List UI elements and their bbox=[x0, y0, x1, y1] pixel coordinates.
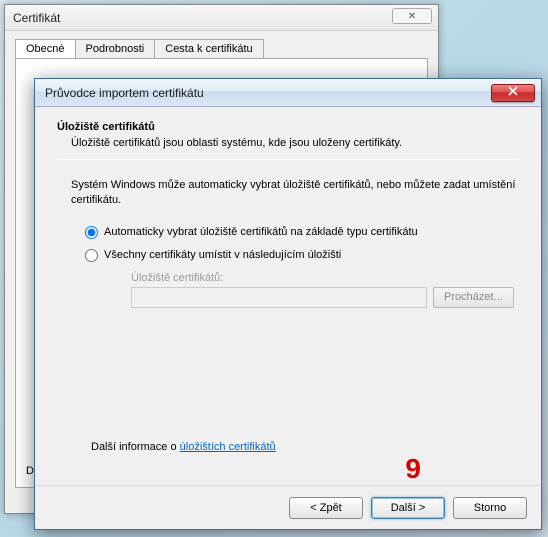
radio-auto-select[interactable]: Automaticky vybrat úložiště certifikátů … bbox=[85, 226, 519, 239]
radio-manual-input[interactable] bbox=[85, 249, 98, 262]
section-description: Úložiště certifikátů jsou oblasti systém… bbox=[71, 137, 519, 149]
store-path-input bbox=[131, 287, 427, 308]
instruction-text: Systém Windows může automaticky vybrat ú… bbox=[71, 178, 519, 208]
wizard-title: Průvodce importem certifikátu bbox=[45, 86, 491, 100]
back-button[interactable]: < Zpět bbox=[289, 497, 363, 519]
import-wizard-dialog: Průvodce importem certifikátu Úložiště c… bbox=[34, 78, 542, 530]
close-icon bbox=[508, 86, 518, 99]
store-path-label: Úložiště certifikátů: bbox=[131, 272, 519, 284]
more-info-prefix: Další informace o bbox=[91, 441, 180, 453]
certificate-close-button[interactable]: ✕ bbox=[392, 8, 432, 24]
next-button[interactable]: Další > bbox=[371, 497, 445, 519]
certificate-tabs: Obecné Podrobnosti Cesta k certifikátu bbox=[5, 31, 438, 58]
separator bbox=[57, 159, 519, 160]
more-info-line: Další informace o úložištích certifikátů bbox=[91, 441, 276, 453]
radio-auto-input[interactable] bbox=[85, 226, 98, 239]
certificate-title: Certifikát bbox=[13, 11, 60, 25]
wizard-titlebar: Průvodce importem certifikátu bbox=[35, 79, 541, 107]
store-selection-group: Automaticky vybrat úložiště certifikátů … bbox=[85, 226, 519, 308]
store-path-row: Procházet... bbox=[131, 287, 519, 308]
radio-manual-select[interactable]: Všechny certifikáty umístit v následujíc… bbox=[85, 249, 519, 262]
tab-details[interactable]: Podrobnosti bbox=[75, 39, 156, 58]
section-heading: Úložiště certifikátů bbox=[57, 121, 519, 133]
more-info-link[interactable]: úložištích certifikátů bbox=[180, 441, 276, 453]
wizard-close-button[interactable] bbox=[491, 84, 535, 102]
close-icon: ✕ bbox=[408, 11, 416, 22]
wizard-body: Úložiště certifikátů Úložiště certifikát… bbox=[35, 107, 541, 485]
tab-cert-path[interactable]: Cesta k certifikátu bbox=[154, 39, 263, 58]
certificate-titlebar: Certifikát ✕ bbox=[5, 5, 438, 31]
truncated-text: D bbox=[26, 465, 34, 477]
annotation-step-number: 9 bbox=[405, 453, 421, 485]
wizard-footer: < Zpět Další > Storno bbox=[35, 485, 541, 529]
store-path-block: Úložiště certifikátů: Procházet... bbox=[131, 272, 519, 308]
browse-button: Procházet... bbox=[433, 287, 514, 308]
radio-manual-label: Všechny certifikáty umístit v následujíc… bbox=[104, 249, 341, 261]
tab-general[interactable]: Obecné bbox=[15, 39, 76, 58]
cancel-button[interactable]: Storno bbox=[453, 497, 527, 519]
radio-auto-label: Automaticky vybrat úložiště certifikátů … bbox=[104, 226, 418, 238]
